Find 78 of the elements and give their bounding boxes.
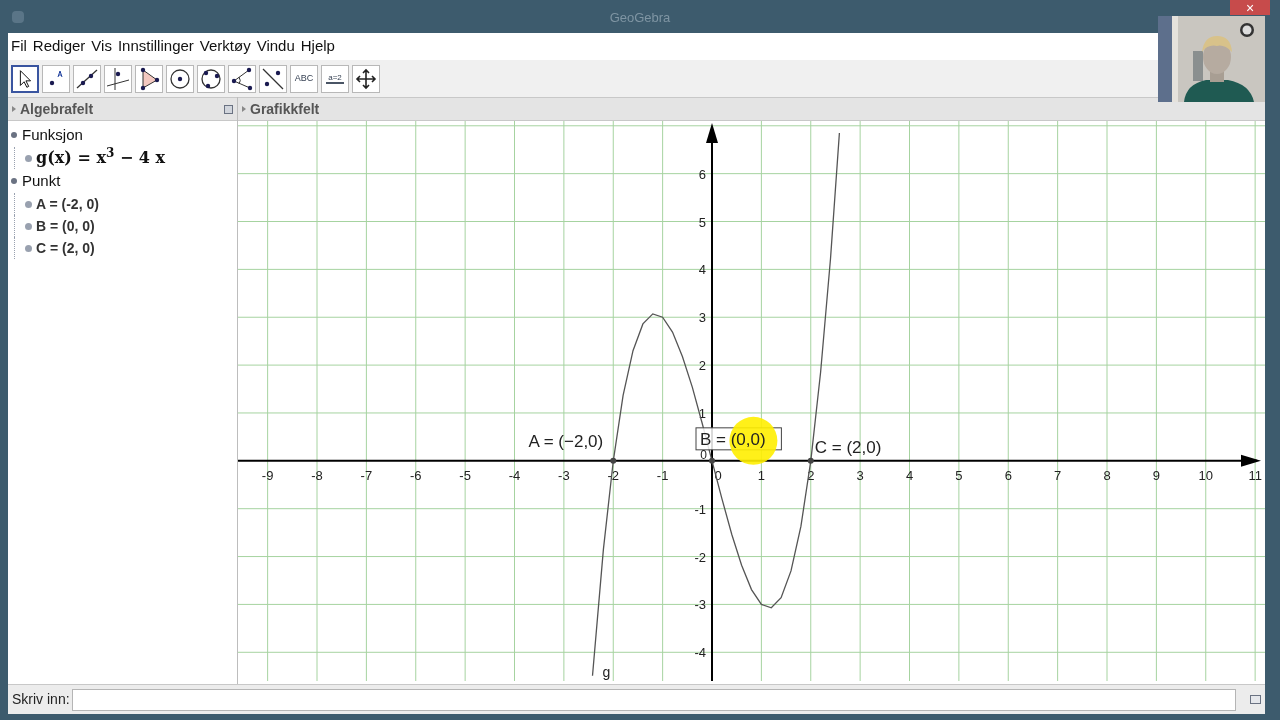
point-label[interactable]: B = (0,0) bbox=[700, 429, 766, 449]
tick-label: 7 bbox=[1054, 467, 1062, 483]
tick-label: 4 bbox=[905, 467, 914, 483]
expand-toggle-icon[interactable] bbox=[11, 132, 17, 138]
menu-item[interactable]: Innstillinger bbox=[117, 35, 194, 58]
collapse-arrow-icon[interactable] bbox=[12, 106, 16, 112]
tick-label: 6 bbox=[698, 166, 706, 182]
tick-label: 2 bbox=[807, 467, 815, 483]
tick-label: 3 bbox=[698, 310, 706, 326]
app-icon bbox=[12, 10, 24, 23]
tick-label: 11 bbox=[1248, 467, 1262, 483]
close-button[interactable]: × bbox=[1230, 0, 1270, 15]
tick-label: -2 bbox=[694, 549, 706, 565]
tick-label: 8 bbox=[1103, 467, 1111, 483]
expand-toggle-icon[interactable] bbox=[11, 178, 17, 184]
tick-label: -4 bbox=[508, 467, 521, 483]
tick-label: 0 bbox=[700, 447, 707, 462]
menu-item[interactable]: Vis bbox=[91, 35, 112, 58]
point-label[interactable]: C = (2,0) bbox=[814, 437, 882, 457]
text-tool-label: ABC bbox=[294, 74, 314, 83]
panel-title: Grafikkfelt bbox=[250, 99, 320, 119]
collapse-arrow-icon[interactable] bbox=[242, 106, 246, 112]
input-label: Skriv inn: bbox=[12, 690, 70, 709]
tick-label: -3 bbox=[694, 597, 706, 613]
graph-point[interactable] bbox=[807, 457, 814, 464]
point-entry[interactable]: C = (2, 0) bbox=[36, 237, 95, 259]
input-field[interactable] bbox=[71, 688, 1236, 711]
tick-label: -7 bbox=[360, 467, 373, 483]
tool-button[interactable] bbox=[135, 64, 163, 93]
menu-item[interactable]: Vindu bbox=[256, 35, 295, 58]
window-title: GeoGebra bbox=[609, 9, 671, 27]
tool-button[interactable] bbox=[352, 64, 380, 93]
tick-label: 5 bbox=[955, 467, 963, 483]
tool-button[interactable]: a=2 bbox=[321, 64, 349, 93]
group-label: Punkt bbox=[22, 170, 61, 191]
curve-label: g bbox=[602, 664, 611, 680]
tick-label: 10 bbox=[1198, 467, 1213, 483]
tool-button[interactable] bbox=[228, 64, 256, 93]
tick-label: 9 bbox=[1152, 467, 1160, 483]
tool-button[interactable] bbox=[197, 64, 225, 93]
tick-label: 5 bbox=[698, 214, 706, 230]
menu-item[interactable]: Rediger bbox=[32, 35, 86, 58]
tick-label: -1 bbox=[656, 467, 669, 483]
tick-label: -6 bbox=[409, 467, 422, 483]
point-entry[interactable]: B = (0, 0) bbox=[36, 215, 95, 237]
keyboard-icon[interactable] bbox=[1250, 695, 1261, 704]
tick-label: -2 bbox=[607, 467, 620, 483]
tick-label: 1 bbox=[757, 467, 765, 483]
tool-button[interactable] bbox=[73, 64, 101, 93]
tool-button[interactable]: ABC bbox=[290, 64, 318, 93]
tick-label: 3 bbox=[856, 467, 864, 483]
panel-menu-icon[interactable] bbox=[224, 104, 233, 114]
menu-item[interactable]: Verktøy bbox=[199, 35, 251, 58]
tick-label: -4 bbox=[694, 645, 706, 661]
tool-button[interactable] bbox=[259, 64, 287, 93]
perpendicular-line-icon bbox=[105, 65, 131, 92]
tick-label: 4 bbox=[698, 262, 706, 278]
slider-tool-label: a=2 bbox=[326, 73, 344, 84]
point-label[interactable]: A = (−2,0) bbox=[528, 431, 604, 451]
angle-icon bbox=[229, 65, 255, 92]
tick-label: -3 bbox=[558, 467, 570, 483]
tool-button[interactable] bbox=[166, 64, 194, 93]
graph-point[interactable] bbox=[610, 457, 617, 464]
menu-item[interactable]: Hjelp bbox=[300, 35, 335, 58]
panel-title: Algebrafelt bbox=[20, 99, 94, 119]
tick-label: 2 bbox=[698, 358, 706, 374]
graph-point[interactable] bbox=[709, 457, 715, 464]
tick-label: -9 bbox=[261, 467, 274, 483]
tool-button[interactable] bbox=[11, 64, 39, 93]
tick-label: -5 bbox=[459, 467, 471, 483]
menu-item[interactable]: Fil bbox=[11, 35, 27, 58]
group-label: Funksjon bbox=[22, 124, 83, 145]
point-entry[interactable]: A = (-2, 0) bbox=[36, 193, 99, 215]
tick-label: 6 bbox=[1004, 467, 1012, 483]
tick-label: -8 bbox=[311, 467, 323, 483]
tool-button[interactable] bbox=[104, 64, 132, 93]
function-formula[interactable]: g(x) = x$^{3}$ − 4 x bbox=[36, 146, 166, 170]
tick-label: -1 bbox=[694, 501, 706, 517]
